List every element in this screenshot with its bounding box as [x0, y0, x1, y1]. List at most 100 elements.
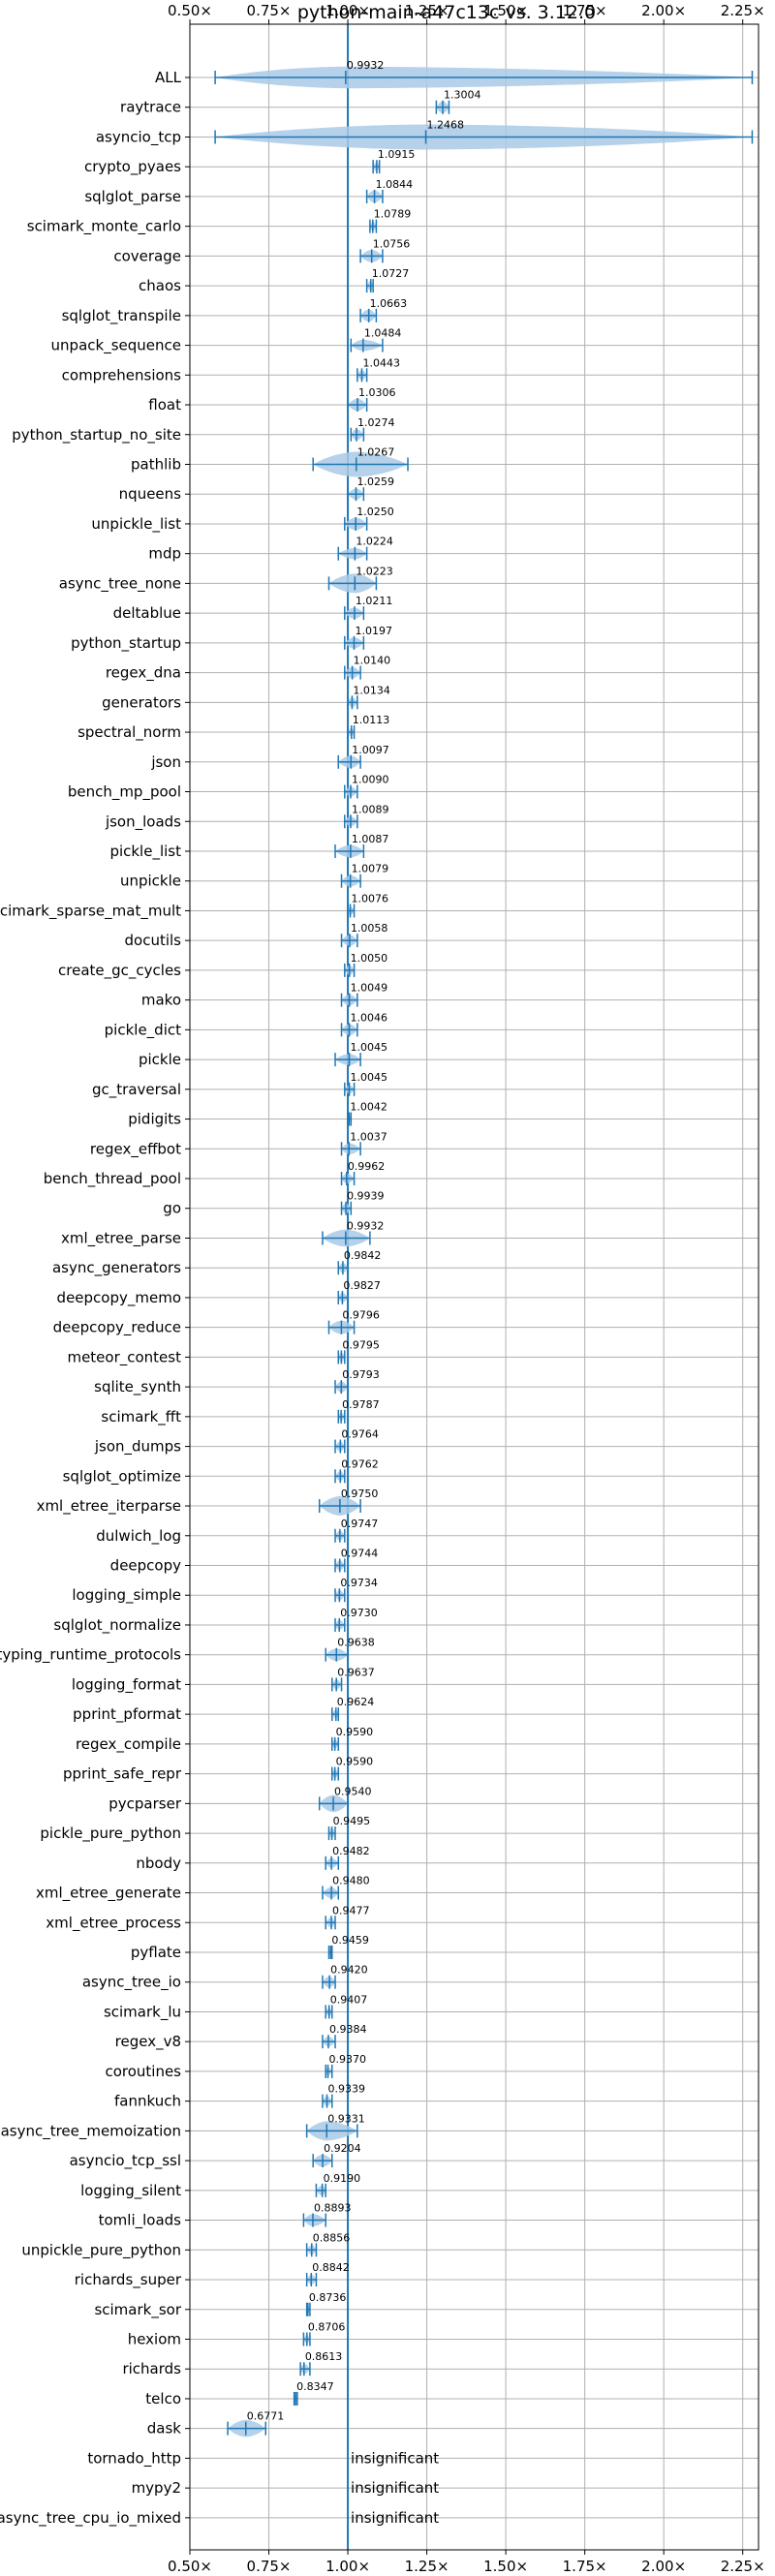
x-tick-label-bottom: 1.50× — [483, 2558, 528, 2575]
value-label: 0.9590 — [336, 1756, 374, 1768]
value-label: 1.0134 — [353, 684, 390, 696]
value-label: 0.9744 — [341, 1548, 379, 1560]
value-label: 0.9730 — [340, 1607, 378, 1619]
value-label: 0.9932 — [347, 1219, 385, 1232]
y-tick-label: dask — [147, 2420, 182, 2438]
x-tick-label-bottom: 0.75× — [247, 2558, 292, 2575]
value-label: 0.8893 — [314, 2202, 352, 2215]
y-tick-label: json — [150, 753, 181, 771]
x-tick-label-top: 2.25× — [721, 2, 765, 19]
y-tick-label: sqlglot_transpile — [62, 307, 181, 325]
y-tick-label: python_startup_no_site — [12, 426, 181, 445]
value-label: 0.6771 — [247, 2410, 285, 2423]
value-label: 1.0042 — [350, 1101, 388, 1114]
y-tick-label: deepcopy_reduce — [53, 1319, 181, 1337]
value-label: 1.0087 — [352, 833, 389, 845]
y-tick-label: gc_traversal — [92, 1081, 181, 1099]
y-tick-label: deltablue — [113, 604, 181, 622]
value-label: 0.9624 — [337, 1696, 375, 1708]
value-label: 0.9932 — [347, 59, 385, 72]
value-label: 0.9827 — [343, 1279, 381, 1292]
y-tick-label: mako — [141, 992, 181, 1009]
y-tick-label: sqlite_synth — [94, 1378, 181, 1396]
value-label: 1.0789 — [374, 208, 412, 221]
value-label: 0.8347 — [296, 2380, 334, 2393]
y-tick-label: pickle_list — [109, 843, 181, 861]
value-label: 0.9939 — [347, 1190, 385, 1203]
x-tick-label-top: 1.75× — [563, 2, 607, 19]
x-tick-label-top: 2.00× — [641, 2, 686, 19]
y-tick-label: unpack_sequence — [51, 337, 181, 355]
y-tick-label: unpickle_pure_python — [21, 2241, 181, 2259]
value-label: 0.9370 — [329, 2053, 367, 2066]
insignificant-label: insignificant — [351, 2449, 439, 2467]
y-tick-label: python_startup — [71, 634, 181, 653]
value-label: 0.9540 — [334, 1785, 372, 1797]
y-tick-label: generators — [102, 693, 181, 711]
value-label: 0.9204 — [324, 2142, 361, 2155]
value-label: 0.9384 — [329, 2023, 367, 2036]
y-tick-label: xml_etree_process — [46, 1914, 181, 1932]
y-tick-label: go — [163, 1200, 181, 1217]
y-tick-label: typing_runtime_protocols — [0, 1646, 181, 1665]
value-label: 0.9795 — [342, 1338, 380, 1351]
value-label: 0.9477 — [332, 1904, 370, 1917]
value-label: 1.0915 — [378, 148, 416, 161]
x-tick-label-bottom: 2.00× — [641, 2558, 686, 2575]
y-tick-label: xml_etree_generate — [36, 1885, 181, 1903]
y-tick-label: richards — [122, 2360, 181, 2377]
y-tick-label: async_tree_io — [82, 1974, 181, 1992]
value-label: 0.9407 — [330, 1993, 368, 2006]
y-tick-label: meteor_contest — [67, 1348, 181, 1366]
y-tick-label: logging_format — [72, 1675, 181, 1694]
y-tick-label: regex_effbot — [90, 1140, 181, 1158]
y-tick-label: deepcopy_memo — [57, 1289, 181, 1307]
value-label: 1.0050 — [351, 952, 388, 965]
value-label: 0.9637 — [337, 1666, 375, 1678]
y-tick-label: bench_thread_pool — [44, 1170, 181, 1188]
value-label: 1.0306 — [358, 386, 396, 399]
y-tick-label: bench_mp_pool — [68, 783, 181, 802]
value-label: 0.9590 — [336, 1726, 374, 1738]
y-tick-label: xml_etree_iterparse — [37, 1497, 181, 1516]
value-label: 0.8736 — [309, 2291, 347, 2304]
y-tick-label: spectral_norm — [78, 723, 181, 742]
x-tick-label-top: 1.50× — [483, 2, 528, 19]
value-label: 0.9339 — [327, 2083, 365, 2096]
y-tick-label: float — [148, 396, 181, 414]
value-label: 1.0089 — [352, 803, 389, 815]
y-tick-label: richards_super — [75, 2271, 182, 2289]
y-tick-label: pyflate — [131, 1944, 181, 1961]
value-label: 0.8613 — [305, 2350, 343, 2363]
x-tick-label-bottom: 1.75× — [563, 2558, 607, 2575]
benchmark-violin-chart: python-main-a47c13c vs. 3.12.0 0.99321.3… — [0, 0, 775, 2576]
y-tick-label: async_tree_cpu_io_mixed — [0, 2509, 181, 2528]
y-tick-label: fannkuch — [114, 2093, 181, 2110]
y-tick-label: sqlglot_optimize — [63, 1467, 181, 1486]
y-tick-label: tomli_loads — [99, 2212, 182, 2230]
y-tick-label: pprint_safe_repr — [63, 1765, 182, 1784]
y-tick-label: nqueens — [119, 485, 181, 503]
y-tick-label: deepcopy — [110, 1557, 181, 1575]
y-tick-label: async_generators — [52, 1259, 181, 1277]
value-label: 1.0090 — [352, 774, 389, 786]
value-label: 0.9482 — [332, 1845, 370, 1857]
value-label: 0.9796 — [342, 1309, 380, 1322]
y-tick-label: json_loads — [105, 813, 181, 831]
value-label: 0.8706 — [308, 2320, 346, 2333]
y-tick-label: nbody — [136, 1855, 181, 1872]
x-tick-label-bottom: 2.25× — [721, 2558, 765, 2575]
y-tick-label: mypy2 — [132, 2479, 181, 2497]
value-label: 0.9962 — [348, 1160, 386, 1173]
y-tick-label: regex_dna — [106, 664, 181, 683]
y-tick-label: coroutines — [105, 2063, 181, 2080]
y-tick-label: sqlglot_normalize — [53, 1616, 181, 1635]
value-label: 0.9734 — [340, 1577, 378, 1589]
y-tick-label: async_tree_memoization — [1, 2122, 181, 2140]
y-tick-label: async_tree_none — [59, 574, 181, 593]
value-label: 0.9420 — [330, 1964, 368, 1977]
value-label: 1.0045 — [351, 1071, 388, 1084]
y-tick-label: pycparser — [108, 1794, 182, 1812]
value-label: 0.8842 — [312, 2261, 350, 2274]
x-tick-label-top: 0.50× — [168, 2, 212, 19]
